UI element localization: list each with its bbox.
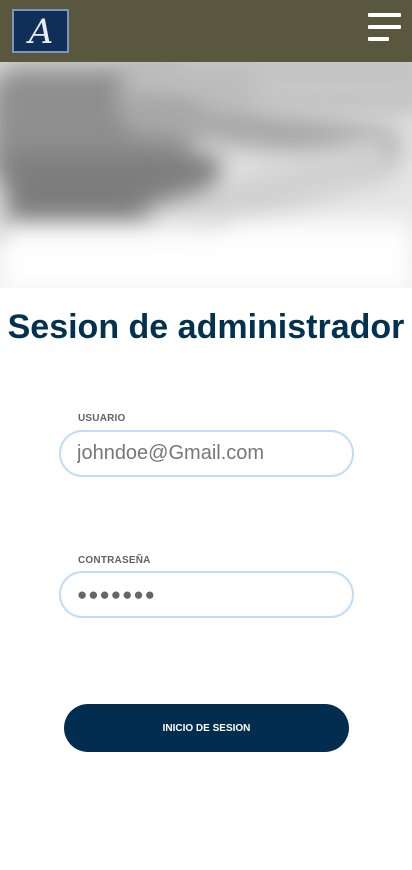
brand-logo[interactable]: A: [12, 9, 69, 53]
hero-fade-overlay: [0, 222, 412, 288]
username-field[interactable]: [59, 430, 354, 477]
username-label: USUARIO: [78, 413, 126, 424]
menu-line-bottom: [368, 37, 389, 41]
logo-letter: A: [28, 12, 54, 52]
menu-line-top: [368, 13, 401, 17]
menu-line-middle: [368, 25, 401, 29]
password-field[interactable]: [59, 571, 354, 618]
password-label: CONTRASEÑA: [78, 555, 151, 566]
password-input[interactable]: [61, 573, 352, 616]
username-input[interactable]: [61, 432, 352, 475]
page-title: Sesion de administrador: [7, 308, 405, 346]
hero-blur-shape: [255, 70, 412, 104]
hamburger-menu-button[interactable]: [368, 12, 401, 43]
top-bar: A: [0, 0, 412, 62]
login-submit-button[interactable]: INICIO DE SESION: [64, 704, 349, 752]
hero-banner: [0, 62, 412, 288]
